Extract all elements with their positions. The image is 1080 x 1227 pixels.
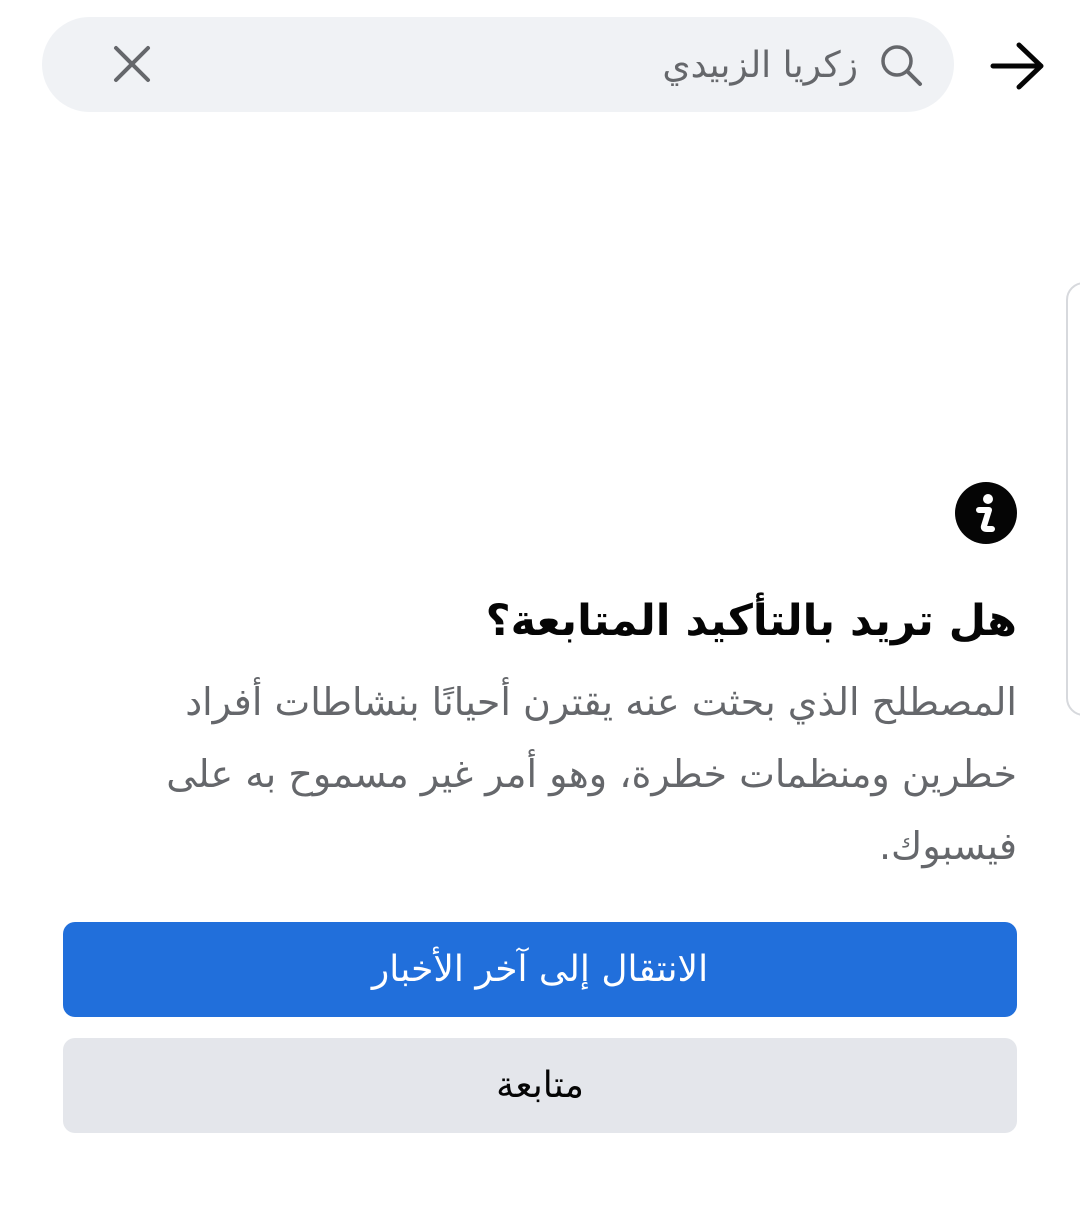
back-button[interactable]	[988, 36, 1048, 96]
search-icon	[881, 45, 922, 86]
close-icon[interactable]	[112, 44, 152, 84]
scroll-handle[interactable]	[1066, 282, 1080, 716]
warning-body: المصطلح الذي بحثت عنه يقترن أحيانًا بنشا…	[166, 680, 1017, 868]
continue-label: متابعة	[496, 1065, 584, 1106]
search-bar[interactable]	[42, 17, 954, 112]
arrow-right-icon	[990, 42, 1044, 90]
warning-title: هل تريد بالتأكيد المتابعة؟	[485, 596, 1017, 646]
go-to-news-feed-label: الانتقال إلى آخر الأخبار	[371, 949, 709, 990]
go-to-news-feed-button[interactable]: الانتقال إلى آخر الأخبار	[63, 922, 1017, 1017]
search-input[interactable]	[182, 37, 858, 93]
continue-button[interactable]: متابعة	[63, 1038, 1017, 1133]
info-icon	[955, 482, 1017, 544]
